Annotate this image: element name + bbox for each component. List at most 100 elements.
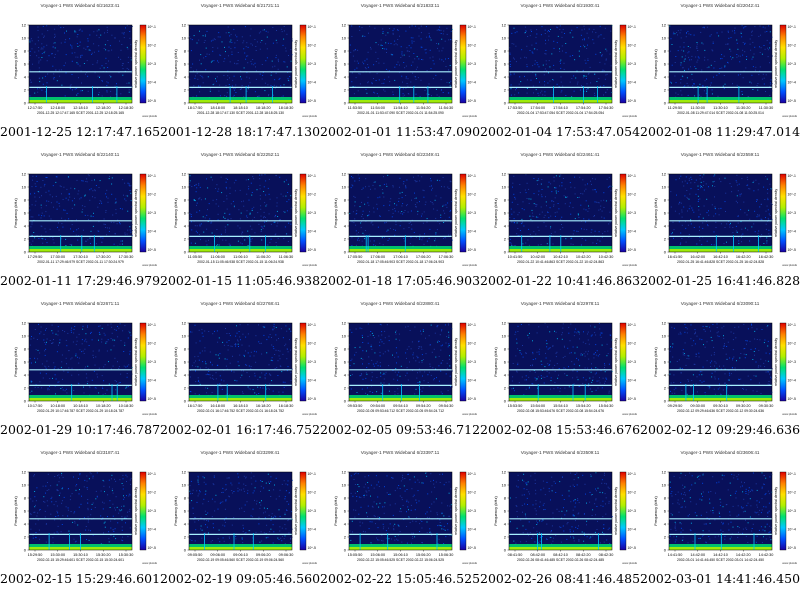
- y-axis-label: Frequency (kHz): [13, 496, 18, 526]
- colorbar-tick-label: 10^-1: [788, 323, 796, 327]
- spectrogram-thumbnail[interactable]: Voyager-1 PWS Wideband 6/23187:41 0 2 4 6 8 10…: [0, 447, 160, 596]
- plot-title: Voyager-1 PWS Wideband 6/21721:11: [201, 3, 280, 8]
- colorbar-label: relative power spectral density: [294, 189, 298, 238]
- y-tick-label: 0: [24, 249, 27, 254]
- y-tick-label: 12: [342, 320, 347, 325]
- y-tick-label: 12: [342, 22, 347, 27]
- colorbar-tick-label: 10^-5: [308, 248, 316, 252]
- colorbar-tick-label: 10^-4: [628, 379, 636, 383]
- colorbar-tick-label: 10^-2: [628, 491, 636, 495]
- y-tick-label: 2: [344, 87, 347, 92]
- spectrogram-plot: Voyager-1 PWS Wideband 6/22768:41 0 2 4 6 8 10…: [160, 298, 320, 418]
- colorbar-tick-label: 10^-2: [628, 342, 636, 346]
- y-tick-label: 0: [504, 547, 507, 552]
- scet-line: 2002-01-01 11:53:47.090 SCET 2002-01-01 …: [357, 111, 444, 115]
- colorbar-tick-label: 10^-3: [308, 360, 316, 364]
- y-tick-label: 0: [184, 547, 187, 552]
- x-tick-label: 08:41:50: [508, 553, 523, 557]
- spectrogram-background: [349, 323, 452, 401]
- footer-mark: www.plotstk: [302, 263, 317, 267]
- spectrogram-thumbnail[interactable]: Voyager-1 PWS Wideband 6/21833:11 0 2 4 6 8 10…: [320, 0, 480, 149]
- plot-title: Voyager-1 PWS Wideband 6/23090:11: [681, 301, 760, 306]
- colorbar-label: relative power spectral density: [774, 40, 778, 89]
- colorbar-tick-label: 10^-4: [628, 528, 636, 532]
- x-tick-label: 10:18:10: [73, 404, 88, 408]
- y-axis-label: Frequency (kHz): [333, 198, 338, 228]
- plot-title: Voyager-1 PWS Wideband 6/22042:41: [681, 3, 760, 8]
- plot-title: Voyager-1 PWS Wideband 6/22978:11: [521, 301, 600, 306]
- spectrogram-thumbnail[interactable]: Voyager-1 PWS Wideband 6/23090:11 0 2 4 6 8 10…: [640, 298, 800, 447]
- spectrogram-thumbnail[interactable]: Voyager-1 PWS Wideband 6/21930:41 0 2 4 6 8 10…: [480, 0, 640, 149]
- spectrogram-thumbnail[interactable]: Voyager-1 PWS Wideband 6/23509:11 0 2 4 6 8 10…: [480, 447, 640, 596]
- spectrogram-thumbnail[interactable]: Voyager-1 PWS Wideband 6/23299:41 0 2 4 6 8 10…: [160, 447, 320, 596]
- colorbar-tick-label: 10^-3: [468, 360, 476, 364]
- spectrogram-thumbnail[interactable]: Voyager-1 PWS Wideband 6/22768:41 0 2 4 6 8 10…: [160, 298, 320, 447]
- colorbar: [299, 24, 307, 104]
- x-tick-label: 10:18:30: [119, 404, 134, 408]
- footer-mark: www.plotstk: [302, 114, 317, 118]
- scet-line: 2002-02-19 09:05:46.560 SCET 2002-02-19 …: [197, 558, 284, 562]
- y-tick-label: 12: [22, 171, 27, 176]
- y-tick-label: 6: [664, 508, 667, 513]
- spectrogram-thumbnail[interactable]: Voyager-1 PWS Wideband 6/22461:41 0 2 4 6 8 10…: [480, 149, 640, 298]
- x-tick-label: 16:17:50: [188, 404, 203, 408]
- y-axis-label: Frequency (kHz): [653, 198, 658, 228]
- thumbnail-caption: 2001-12-28 18:17:47.130: [160, 124, 321, 139]
- spectrogram-thumbnail[interactable]: Voyager-1 PWS Wideband 6/22042:41 0 2 4 6 8 10…: [640, 0, 800, 149]
- y-tick-label: 10: [502, 184, 507, 189]
- x-tick-label: 10:18:00: [50, 404, 65, 408]
- x-tick-label: 11:30:00: [691, 106, 706, 110]
- colorbar-label: relative power spectral density: [774, 338, 778, 387]
- colorbar-tick-label: 10^-3: [148, 62, 156, 66]
- colorbar-tick-label: 10^-4: [788, 230, 796, 234]
- x-tick-label: 11:54:20: [416, 106, 431, 110]
- spectrogram-thumbnail[interactable]: Voyager-1 PWS Wideband 6/22978:11 0 2 4 6 8 10…: [480, 298, 640, 447]
- spectrogram-thumbnail[interactable]: Voyager-1 PWS Wideband 6/21623:41 0 2 4 6 8 10…: [0, 0, 160, 149]
- y-tick-label: 10: [662, 482, 667, 487]
- y-tick-label: 10: [182, 35, 187, 40]
- spectrogram-thumbnail[interactable]: Voyager-1 PWS Wideband 6/22880:41 0 2 4 6 8 10…: [320, 298, 480, 447]
- x-tick-label: 09:06:20: [256, 553, 271, 557]
- colorbar-tick-label: 10^-4: [628, 230, 636, 234]
- y-tick-label: 8: [344, 495, 347, 500]
- footer-mark: www.plotstk: [782, 412, 797, 416]
- y-axis-label: Frequency (kHz): [653, 347, 658, 377]
- y-tick-label: 0: [184, 398, 187, 403]
- scet-line: 2002-01-25 16:41:46.828 SCET 2002-01-25 …: [677, 260, 764, 264]
- spectrogram-thumbnail[interactable]: Voyager-1 PWS Wideband 6/22252:11 0 2 4 6 8 10…: [160, 149, 320, 298]
- colorbar-tick-label: 10^-2: [148, 491, 156, 495]
- colorbar: [459, 471, 467, 551]
- spectrogram-plot: Voyager-1 PWS Wideband 6/22978:11 0 2 4 6 8 10…: [480, 298, 640, 418]
- y-axis-label: Frequency (kHz): [333, 347, 338, 377]
- spectrogram-thumbnail[interactable]: Voyager-1 PWS Wideband 6/21721:11 0 2 4 6 8 10…: [160, 0, 320, 149]
- colorbar-tick-label: 10^-5: [468, 99, 476, 103]
- colorbar-tick-label: 10^-1: [148, 472, 156, 476]
- x-tick-label: 11:29:50: [668, 106, 683, 110]
- colorbar-tick-label: 10^-3: [148, 360, 156, 364]
- spectrogram-thumbnail[interactable]: Voyager-1 PWS Wideband 6/22559:11 0 2 4 6 8 10…: [640, 149, 800, 298]
- y-tick-label: 0: [344, 249, 347, 254]
- low-frequency-band-core: [189, 398, 292, 401]
- low-frequency-band-core: [669, 100, 772, 103]
- spectrogram-thumbnail[interactable]: Voyager-1 PWS Wideband 6/22349:41 0 2 4 6 8 10…: [320, 149, 480, 298]
- y-tick-label: 6: [24, 210, 27, 215]
- y-tick-label: 12: [662, 171, 667, 176]
- colorbar-tick-label: 10^-2: [788, 342, 796, 346]
- spectrogram-thumbnail[interactable]: Voyager-1 PWS Wideband 6/22671:11 0 2 4 6 8 10…: [0, 298, 160, 447]
- footer-mark: www.plotstk: [622, 263, 637, 267]
- colorbar: [299, 322, 307, 402]
- spectrogram-thumbnail[interactable]: Voyager-1 PWS Wideband 6/23397:11 0 2 4 6 8 10…: [320, 447, 480, 596]
- x-tick-label: 11:54:10: [393, 106, 408, 110]
- y-tick-label: 12: [182, 22, 187, 27]
- y-tick-label: 12: [502, 469, 507, 474]
- scet-line: 2002-01-04 17:53:47.054 SCET 2002-01-04 …: [517, 111, 604, 115]
- y-tick-label: 2: [504, 87, 507, 92]
- spectrogram-plot: Voyager-1 PWS Wideband 6/21623:41 0 2 4 6 8 10…: [0, 0, 160, 120]
- footer-mark: www.plotstk: [462, 114, 477, 118]
- spectrogram-thumbnail[interactable]: Voyager-1 PWS Wideband 6/22140:11 0 2 4 6 8 10…: [0, 149, 160, 298]
- y-tick-label: 2: [184, 236, 187, 241]
- footer-mark: www.plotstk: [622, 561, 637, 565]
- spectrogram-thumbnail[interactable]: Voyager-1 PWS Wideband 6/23606:41 0 2 4 6 8 10…: [640, 447, 800, 596]
- y-tick-label: 4: [184, 223, 187, 228]
- y-tick-label: 10: [342, 482, 347, 487]
